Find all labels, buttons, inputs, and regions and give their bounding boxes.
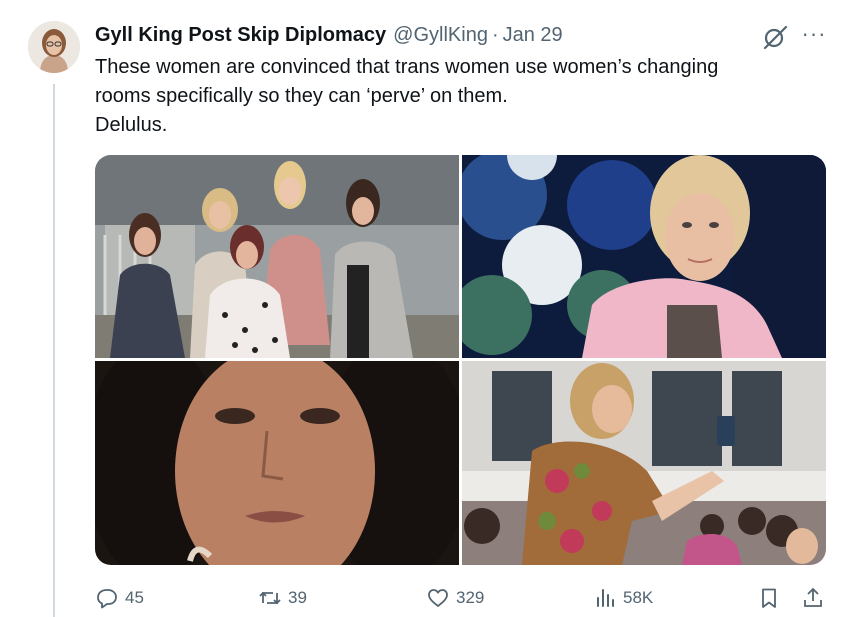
avatar[interactable] bbox=[28, 21, 80, 73]
views-button[interactable]: 58K bbox=[593, 583, 653, 613]
media-photo-3[interactable] bbox=[95, 361, 459, 565]
reply-button[interactable]: 45 bbox=[95, 583, 144, 613]
media-photo-4[interactable] bbox=[462, 361, 826, 565]
user-handle[interactable]: @GyllKing bbox=[393, 24, 488, 47]
tweet-actions: 45 39 329 58K bbox=[95, 583, 835, 613]
crowd-photo-icon bbox=[462, 361, 826, 565]
bookmark-icon bbox=[762, 588, 776, 608]
media-photo-2[interactable] bbox=[462, 155, 826, 358]
bookmark-button[interactable] bbox=[757, 583, 787, 613]
tweet-text-line: These women are convinced that trans wom… bbox=[95, 56, 719, 78]
repost-count: 39 bbox=[288, 588, 307, 607]
tweet-text-line: rooms specifically so they can ‘perve’ o… bbox=[95, 85, 508, 107]
avatar-image bbox=[28, 21, 80, 73]
media-grid bbox=[95, 155, 826, 565]
display-name[interactable]: Gyll King Post Skip Diplomacy bbox=[95, 24, 386, 47]
like-count: 329 bbox=[456, 588, 485, 607]
grok-icon[interactable] bbox=[761, 23, 789, 51]
heart-icon bbox=[428, 589, 448, 607]
media-photo-1[interactable] bbox=[95, 155, 459, 358]
share-button[interactable] bbox=[801, 583, 831, 613]
tweet-date[interactable]: Jan 29 bbox=[503, 24, 563, 47]
tweet-text: These women are convinced that trans wom… bbox=[95, 53, 815, 140]
portrait-photo-icon bbox=[462, 155, 826, 358]
like-button[interactable]: 329 bbox=[426, 583, 484, 613]
views-chart-icon bbox=[597, 589, 614, 607]
share-icon bbox=[804, 587, 822, 607]
thread-line bbox=[53, 84, 55, 617]
reply-icon bbox=[97, 589, 117, 609]
repost-icon bbox=[259, 591, 281, 605]
separator-dot: · bbox=[491, 23, 499, 46]
views-count: 58K bbox=[623, 588, 654, 607]
repost-button[interactable]: 39 bbox=[258, 583, 307, 613]
reply-count: 45 bbox=[125, 588, 144, 607]
tweet-header: Gyll King Post Skip Diplomacy @GyllKing … bbox=[95, 22, 755, 48]
tweet-text-line: Delulus. bbox=[95, 114, 168, 136]
group-photo-icon bbox=[95, 155, 459, 358]
more-options-icon[interactable]: ··· bbox=[800, 23, 828, 49]
closeup-face-photo-icon bbox=[95, 361, 459, 565]
